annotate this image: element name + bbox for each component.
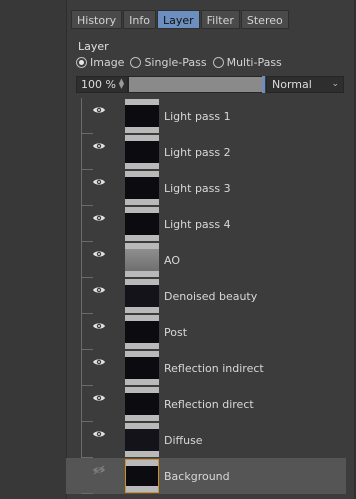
thumbnail-inner [125,105,159,127]
radio-image[interactable] [76,57,87,68]
opacity-slider[interactable] [128,76,265,93]
mode-single-pass[interactable]: Single-Pass [130,56,207,69]
layer-name[interactable]: Reflection direct [164,398,254,411]
thumbnail-stripe-bot [125,163,159,169]
mode-multi-pass-label: Multi-Pass [226,56,282,69]
layer-name[interactable]: Light pass 2 [164,146,231,159]
layer-thumbnail[interactable] [125,351,159,385]
layer-row[interactable]: AO [66,242,346,278]
tab-filter[interactable]: Filter [200,10,240,29]
thumbnail-stripe-bot [125,127,159,133]
eye-icon[interactable] [92,321,106,331]
layer-row[interactable]: Light pass 2 [66,134,346,170]
layer-row[interactable]: Diffuse [66,422,346,458]
layer-name[interactable]: Post [164,326,187,339]
layer-list: Light pass 1 Light pass 2 Light pass 3 Ligh… [66,98,346,494]
layer-name[interactable]: Light pass 4 [164,218,231,231]
layer-row[interactable]: Light pass 1 [66,98,346,134]
thumbnail-inner [125,249,159,271]
eye-icon[interactable] [92,177,106,187]
layer-name[interactable]: Reflection indirect [164,362,264,375]
opacity-field[interactable]: 100 % ▲ ▼ [76,76,128,93]
eye-icon[interactable] [92,141,106,151]
layer-thumbnail[interactable] [125,135,159,169]
opacity-value: 100 % [81,78,116,91]
mode-single-pass-label: Single-Pass [144,56,207,69]
thumbnail-inner [125,393,159,415]
thumbnail-inner [125,141,159,163]
layer-name[interactable]: AO [164,254,180,267]
layer-thumbnail[interactable] [125,387,159,421]
thumbnail-stripe-bot [125,235,159,241]
layer-row[interactable]: Background [66,458,346,494]
mode-image[interactable]: Image [76,56,124,69]
layer-thumbnail[interactable] [125,207,159,241]
layer-name[interactable]: Light pass 3 [164,182,231,195]
radio-single-pass[interactable] [130,57,142,68]
thumbnail-stripe-bot [125,415,159,421]
tab-layer[interactable]: Layer [156,10,200,29]
mode-image-label: Image [90,56,125,69]
eye-icon[interactable] [92,249,106,259]
thumbnail-stripe-bot [126,486,158,492]
layer-row[interactable]: Reflection indirect [66,350,346,386]
eye-icon[interactable] [92,105,106,115]
eye-icon[interactable] [92,393,106,403]
panel-tabs: History Info Layer Filter Stereo [71,10,289,29]
layer-row[interactable]: Reflection direct [66,386,346,422]
thumbnail-stripe-bot [125,199,159,205]
layer-name[interactable]: Denoised beauty [164,290,257,303]
thumbnail-inner [125,321,159,343]
layer-name[interactable]: Diffuse [164,434,203,447]
tab-info[interactable]: Info [123,10,156,29]
layer-name[interactable]: Background [164,470,230,483]
thumbnail-stripe-bot [125,343,159,349]
chevron-down-icon: ⌄ [331,79,339,89]
layer-thumbnail[interactable] [125,315,159,349]
section-title: Layer [78,40,109,53]
thumbnail-stripe-bot [125,379,159,385]
thumbnail-inner [126,466,158,486]
slider-handle[interactable] [262,76,265,93]
layer-row[interactable]: Denoised beauty [66,278,346,314]
layer-thumbnail[interactable] [125,99,159,133]
mode-radio-group: Image Single-Pass Multi-Pass [76,56,282,69]
layer-thumbnail[interactable] [125,423,159,457]
stepper-icon[interactable]: ▲ ▼ [118,78,125,90]
thumbnail-stripe-bot [125,307,159,313]
tab-stereo[interactable]: Stereo [240,10,289,29]
thumbnail-inner [125,285,159,307]
layer-row[interactable]: Light pass 3 [66,170,346,206]
eye-icon[interactable] [92,285,106,295]
eye-icon[interactable] [92,429,106,439]
thumbnail-stripe-bot [125,271,159,277]
eye-icon[interactable] [92,465,106,475]
layer-thumbnail[interactable] [125,279,159,313]
thumbnail-stripe-bot [125,451,159,457]
radio-multi-pass[interactable] [212,57,224,68]
layer-row[interactable]: Post [66,314,346,350]
left-gutter [0,0,66,499]
thumbnail-inner [125,357,159,379]
opacity-row: 100 % ▲ ▼ Normal ⌄ [76,76,344,94]
tree-branch [81,493,93,494]
layer-row[interactable]: Light pass 4 [66,206,346,242]
eye-icon[interactable] [92,357,106,367]
eye-icon[interactable] [92,213,106,223]
layer-thumbnail[interactable] [125,171,159,205]
thumbnail-inner [125,429,159,451]
mode-multi-pass[interactable]: Multi-Pass [212,56,282,69]
layer-thumbnail[interactable] [125,459,159,493]
layer-name[interactable]: Light pass 1 [164,110,231,123]
thumbnail-inner [125,213,159,235]
blend-mode-value: Normal [272,78,312,91]
blend-mode-select[interactable]: Normal ⌄ [266,76,344,93]
thumbnail-inner [125,177,159,199]
layer-thumbnail[interactable] [125,243,159,277]
tab-history[interactable]: History [71,10,123,29]
